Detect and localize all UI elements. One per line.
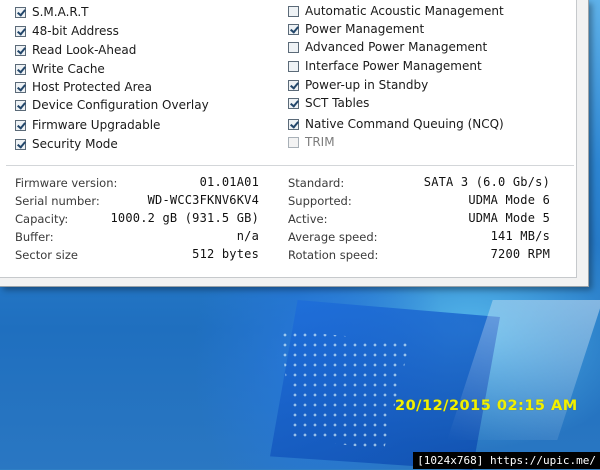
feature-label: Read Look-Ahead xyxy=(32,43,137,57)
feature-read-look-ahead[interactable]: Read Look-Ahead xyxy=(15,41,136,59)
checkbox[interactable] xyxy=(15,138,26,150)
info-value: UDMA Mode 5 xyxy=(468,211,550,225)
feature-list: S.M.A.R.T 48-bit Address Read Look-Ahead… xyxy=(0,0,576,160)
info-label: Buffer: xyxy=(15,230,54,244)
feature-advanced-power-management[interactable]: Advanced Power Management xyxy=(288,38,487,56)
info-value: SATA 3 (6.0 Gb/s) xyxy=(423,175,550,189)
feature-power-up-in-standby[interactable]: Power-up in Standby xyxy=(288,76,428,94)
checkbox[interactable] xyxy=(15,63,26,75)
info-row-sector-size: Sector size 512 bytes xyxy=(15,246,259,264)
info-row-serial-number: Serial number: WD-WCC3FKNV6KV4 xyxy=(15,192,259,210)
info-value: 1000.2 gB (931.5 GB) xyxy=(110,211,259,225)
feature-label: Device Configuration Overlay xyxy=(32,98,209,112)
feature-label: TRIM xyxy=(305,135,335,149)
info-row-supported: Supported: UDMA Mode 6 xyxy=(288,192,550,210)
info-row-standard: Standard: SATA 3 (6.0 Gb/s) xyxy=(288,174,550,192)
info-value: 141 MB/s xyxy=(490,229,550,243)
drive-details-left: Firmware version: 01.01A01 Serial number… xyxy=(15,174,259,264)
feature-interface-power-management[interactable]: Interface Power Management xyxy=(288,57,482,75)
info-value: 512 bytes xyxy=(192,247,259,261)
info-value: n/a xyxy=(236,229,259,243)
info-label: Standard: xyxy=(288,176,345,190)
photo-timestamp: 20/12/2015 02:15 AM xyxy=(395,398,578,414)
info-label: Sector size xyxy=(15,248,78,262)
feature-label: Firmware Upgradable xyxy=(32,118,161,132)
feature-label: SCT Tables xyxy=(305,96,370,110)
checkbox[interactable] xyxy=(15,119,26,131)
checkbox[interactable] xyxy=(288,97,299,109)
info-row-rotation-speed: Rotation speed: 7200 RPM xyxy=(288,246,550,264)
checkbox[interactable] xyxy=(288,136,299,148)
feature-firmware-upgradable[interactable]: Firmware Upgradable xyxy=(15,116,160,134)
feature-label: Host Protected Area xyxy=(32,80,152,94)
checkbox[interactable] xyxy=(288,79,299,91)
checkbox[interactable] xyxy=(288,23,299,35)
checkbox[interactable] xyxy=(15,81,26,93)
info-label: Serial number: xyxy=(15,194,100,208)
feature-label: Security Mode xyxy=(32,137,118,151)
section-divider xyxy=(6,165,574,166)
checkbox[interactable] xyxy=(288,60,299,72)
feature-native-command-queuing[interactable]: Native Command Queuing (NCQ) xyxy=(288,115,504,133)
info-label: Firmware version: xyxy=(15,176,118,190)
upload-watermark-badge: [1024x768] https://upic.me/ xyxy=(413,452,600,469)
feature-label: Interface Power Management xyxy=(305,59,482,73)
feature-automatic-acoustic-management[interactable]: Automatic Acoustic Management xyxy=(288,2,504,20)
feature-48bit-address[interactable]: 48-bit Address xyxy=(15,22,119,40)
feature-trim[interactable]: TRIM xyxy=(288,133,335,151)
feature-sct-tables[interactable]: SCT Tables xyxy=(288,94,369,112)
info-value: UDMA Mode 6 xyxy=(468,193,550,207)
feature-write-cache[interactable]: Write Cache xyxy=(15,60,105,78)
checkbox[interactable] xyxy=(15,44,26,56)
feature-power-management[interactable]: Power Management xyxy=(288,20,424,38)
info-row-active: Active: UDMA Mode 5 xyxy=(288,210,550,228)
feature-label: Advanced Power Management xyxy=(305,40,488,54)
info-row-firmware-version: Firmware version: 01.01A01 xyxy=(15,174,259,192)
info-row-buffer: Buffer: n/a xyxy=(15,228,259,246)
drive-details-right: Standard: SATA 3 (6.0 Gb/s) Supported: U… xyxy=(288,174,550,264)
checkbox[interactable] xyxy=(15,25,26,37)
checkbox[interactable] xyxy=(288,118,299,130)
drive-info-window: S.M.A.R.T 48-bit Address Read Look-Ahead… xyxy=(0,0,589,287)
feature-label: Write Cache xyxy=(32,62,105,76)
feature-label: S.M.A.R.T xyxy=(32,5,89,19)
info-label: Rotation speed: xyxy=(288,248,379,262)
feature-device-configuration-overlay[interactable]: Device Configuration Overlay xyxy=(15,96,209,114)
drive-info-panel: S.M.A.R.T 48-bit Address Read Look-Ahead… xyxy=(0,0,577,278)
checkbox[interactable] xyxy=(15,6,26,18)
info-label: Active: xyxy=(288,212,328,226)
info-value: 01.01A01 xyxy=(199,175,259,189)
feature-label: Power Management xyxy=(305,22,425,36)
checkbox[interactable] xyxy=(15,99,26,111)
info-label: Supported: xyxy=(288,194,352,208)
feature-host-protected-area[interactable]: Host Protected Area xyxy=(15,78,152,96)
feature-label: 48-bit Address xyxy=(32,24,119,38)
info-label: Average speed: xyxy=(288,230,378,244)
feature-smart[interactable]: S.M.A.R.T xyxy=(15,3,88,21)
info-row-average-speed: Average speed: 141 MB/s xyxy=(288,228,550,246)
info-value: WD-WCC3FKNV6KV4 xyxy=(147,193,259,207)
checkbox[interactable] xyxy=(288,5,299,17)
feature-label: Power-up in Standby xyxy=(305,78,429,92)
checkbox[interactable] xyxy=(288,41,299,53)
feature-security-mode[interactable]: Security Mode xyxy=(15,135,118,153)
info-label: Capacity: xyxy=(15,212,69,226)
info-row-capacity: Capacity: 1000.2 gB (931.5 GB) xyxy=(15,210,259,228)
feature-label: Native Command Queuing (NCQ) xyxy=(305,117,504,131)
feature-label: Automatic Acoustic Management xyxy=(305,4,504,18)
info-value: 7200 RPM xyxy=(490,247,550,261)
